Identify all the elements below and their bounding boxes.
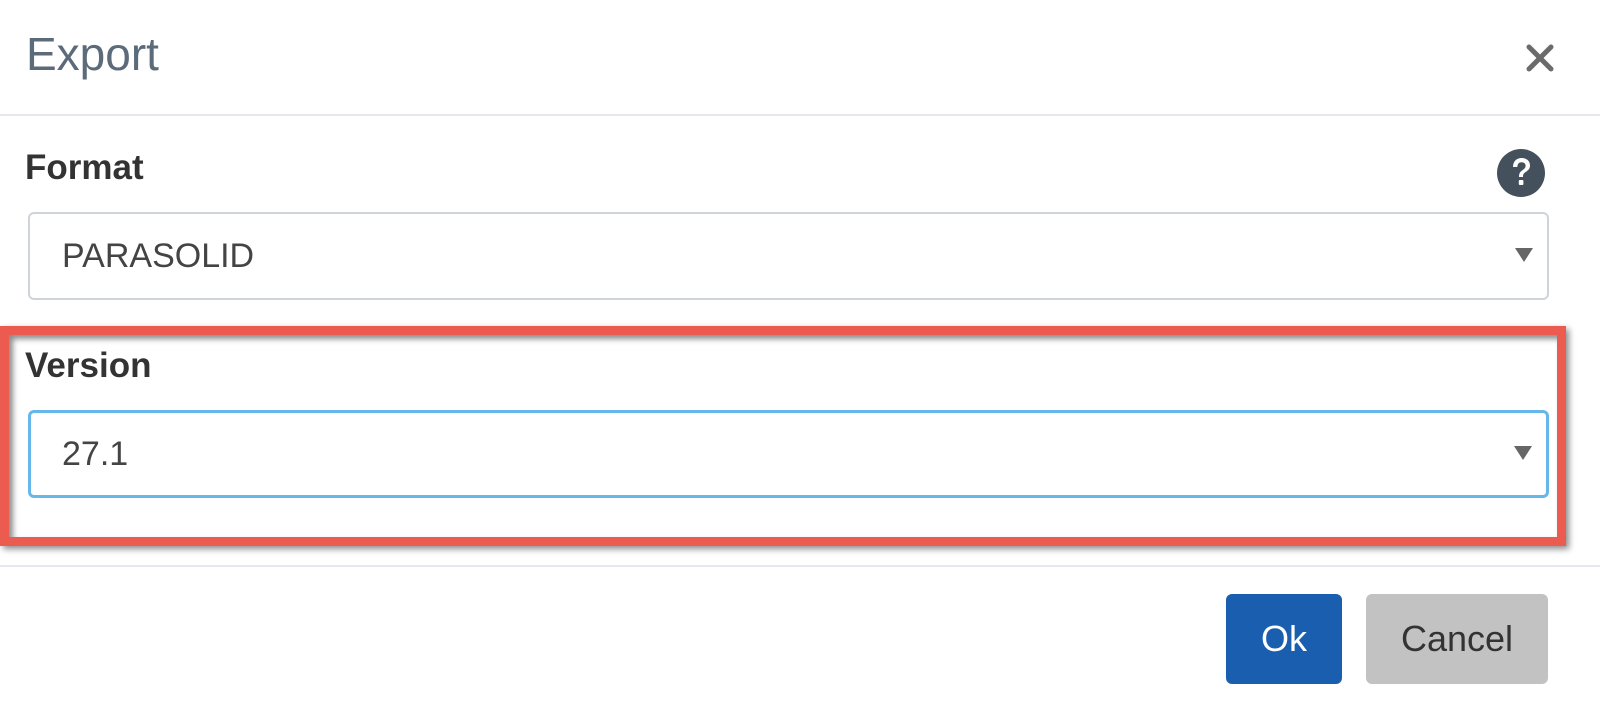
cancel-button[interactable]: Cancel (1366, 594, 1548, 684)
chevron-down-icon (1515, 248, 1533, 262)
format-select[interactable]: PARASOLID (28, 212, 1549, 300)
dialog-header: Export (0, 0, 1600, 116)
version-label: Version (25, 346, 152, 385)
close-button[interactable] (1520, 38, 1560, 78)
version-select-value: 27.1 (62, 435, 129, 473)
version-select[interactable]: 27.1 (28, 410, 1549, 498)
help-icon (1497, 149, 1545, 197)
export-dialog: Export Format PARASOLID Version 27.1 Ok … (0, 0, 1600, 715)
close-icon (1526, 44, 1554, 72)
help-button[interactable] (1496, 148, 1546, 198)
chevron-down-icon (1514, 446, 1532, 460)
format-label: Format (25, 148, 144, 187)
footer-divider (0, 565, 1600, 567)
format-select-value: PARASOLID (62, 237, 255, 275)
ok-button[interactable]: Ok (1226, 594, 1342, 684)
dialog-title: Export (26, 28, 159, 80)
